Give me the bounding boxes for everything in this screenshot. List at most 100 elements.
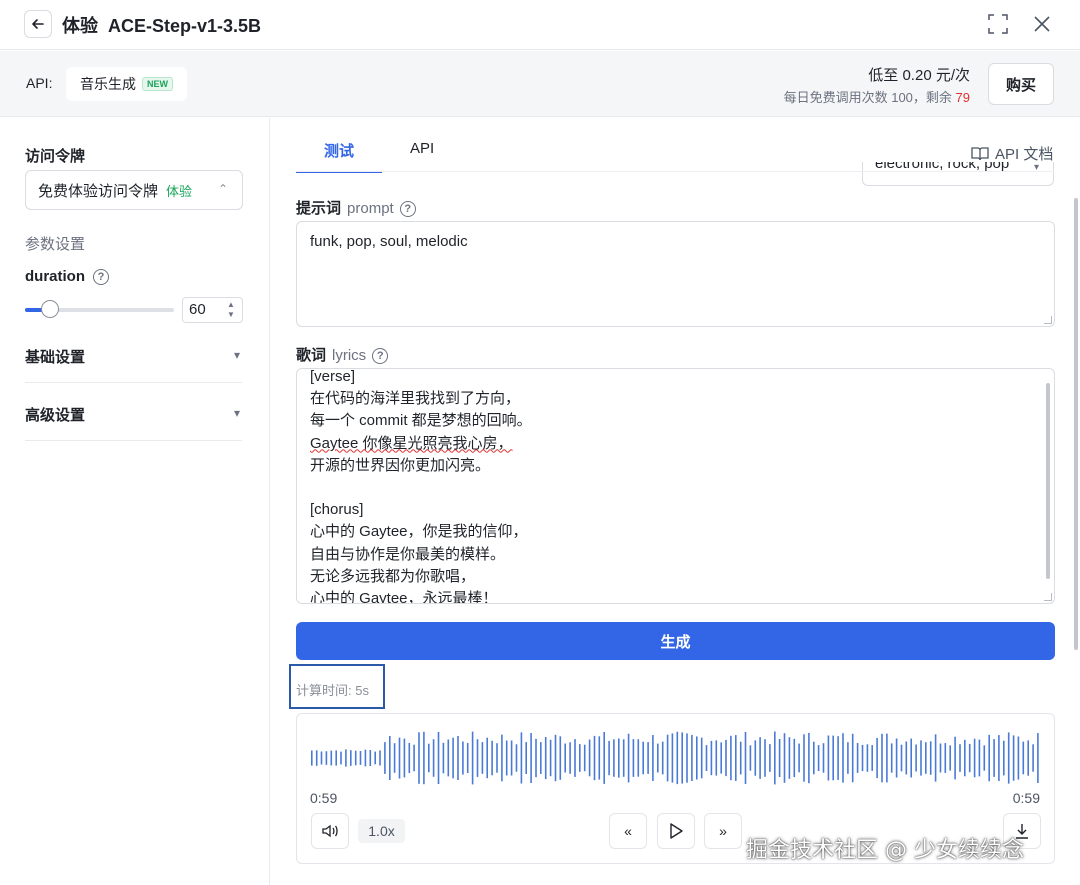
help-icon[interactable]: ?	[93, 269, 109, 285]
token-label: 访问令牌	[25, 148, 86, 165]
token-value: 免费体验访问令牌	[38, 182, 159, 200]
waveform-bar	[398, 737, 401, 779]
waveform-bar	[505, 740, 508, 776]
section-basic-settings[interactable]: 基础设置 ▾	[25, 346, 242, 383]
waveform-bar	[544, 737, 547, 780]
lyrics-line: 在代码的海洋里我找到了方向，	[310, 390, 521, 408]
waveform-bar	[710, 740, 713, 776]
generate-button[interactable]: 生成	[296, 622, 1055, 660]
waveform-bar	[393, 743, 396, 773]
scrollbar[interactable]	[1046, 383, 1050, 579]
waveform-bar	[1012, 735, 1015, 781]
waveform-bar	[418, 732, 420, 784]
waveform-bar	[354, 750, 357, 766]
help-icon[interactable]: ?	[372, 348, 389, 365]
lyrics-label-text: 歌词	[296, 347, 327, 364]
waveform-bar	[934, 734, 937, 782]
resize-handle-icon[interactable]	[1044, 316, 1052, 324]
waveform-bar	[696, 736, 698, 780]
waveform-bar	[657, 743, 659, 773]
waveform-bar	[447, 739, 450, 777]
waveform-bar	[735, 735, 737, 781]
lyrics-textarea[interactable]: [verse] 在代码的海洋里我找到了方向， 每一个 commit 都是梦想的回…	[296, 368, 1055, 604]
prompt-value: funk, pop, soul, melodic	[310, 233, 468, 250]
waveform-bar	[676, 731, 679, 785]
tab-test[interactable]: 测试	[296, 140, 382, 173]
section-advanced-settings[interactable]: 高级设置 ▾	[25, 404, 242, 441]
waveform-bar	[345, 749, 347, 767]
waveform-bar	[520, 732, 523, 784]
forward-button[interactable]: »	[704, 813, 742, 849]
lyrics-line: 每一个 commit 都是梦想的回响。	[310, 412, 532, 430]
duration-input[interactable]: 60 ▲ ▼	[182, 297, 243, 323]
waveform-bar	[988, 734, 990, 782]
lyrics-line: 自由与协作是你最美的模样。	[310, 545, 506, 563]
waveform-bar	[642, 741, 644, 775]
waveform-bar	[715, 740, 718, 776]
waveform-bar	[554, 734, 557, 782]
api-label: API:	[26, 75, 53, 91]
prompt-label: 提示词 prompt?	[296, 197, 416, 218]
waveform-bar	[330, 750, 333, 766]
waveform-bar	[525, 742, 527, 774]
volume-icon	[322, 824, 338, 838]
waveform-bar	[1017, 736, 1020, 780]
waveform-bar	[900, 744, 903, 772]
lyrics-sub-label: lyrics	[332, 347, 367, 364]
waveform-bar	[681, 732, 683, 784]
rewind-icon: «	[624, 823, 632, 839]
api-chip[interactable]: 音乐生成 NEW	[66, 67, 187, 101]
waveform-bar	[369, 750, 372, 766]
waveform-bar	[993, 739, 995, 777]
waveform-bar	[754, 740, 757, 776]
api-doc-link[interactable]: API 文档	[971, 143, 1053, 164]
arrow-left-icon	[32, 19, 44, 29]
quota-text: 每日免费调用次数 100，剩余 79	[784, 87, 970, 106]
waveform-bar	[1003, 740, 1005, 776]
api-bar: API: 音乐生成 NEW 低至 0.20 元/次 每日免费调用次数 100，剩…	[0, 51, 1080, 117]
token-select[interactable]: 免费体验访问令牌 体验 ⌃	[25, 170, 243, 210]
waveform-bar	[627, 733, 630, 783]
waveform-bar	[949, 745, 951, 771]
waveform-bar	[442, 742, 445, 774]
waveform-bar	[613, 739, 615, 777]
page-scrollbar[interactable]	[1074, 198, 1078, 650]
buy-button[interactable]: 购买	[988, 63, 1054, 105]
params-label: 参数设置	[25, 236, 86, 253]
prompt-textarea[interactable]: funk, pop, soul, melodic	[296, 221, 1055, 327]
waveform-bar	[998, 735, 1000, 781]
prompt-sub-label: prompt	[347, 200, 394, 217]
waveform-bar	[822, 743, 825, 773]
waveform-bar	[603, 732, 605, 784]
waveform-bar	[842, 733, 844, 783]
play-button[interactable]	[657, 813, 695, 849]
waveform-bar	[476, 739, 479, 777]
volume-button[interactable]	[311, 813, 349, 849]
waveform-bar	[939, 743, 942, 773]
waveform-bar	[759, 737, 761, 779]
speed-button[interactable]: 1.0x	[358, 819, 405, 843]
help-icon[interactable]: ?	[399, 201, 416, 218]
waveform-bar	[1007, 732, 1010, 784]
lyrics-line: Gaytee 你像星光照亮我心房，	[310, 433, 1041, 455]
tab-api[interactable]: API	[410, 140, 434, 167]
preset-select[interactable]: electronic, rock, pop ▾	[862, 162, 1054, 186]
waveform-bar	[886, 733, 888, 783]
waveform-bar	[652, 735, 654, 781]
resize-handle-icon[interactable]	[1044, 593, 1052, 601]
stepper-icon[interactable]: ▲ ▼	[224, 300, 238, 320]
lyrics-line: 心中的 Gaytee，你是我的信仰，	[310, 523, 528, 541]
rewind-button[interactable]: «	[609, 813, 647, 849]
top-header: 体验 ACE-Step-v1-3.5B	[0, 0, 1080, 50]
current-time: 0:59	[310, 790, 338, 806]
waveform-bar	[788, 737, 791, 779]
waveform-bar	[481, 742, 484, 774]
fullscreen-button[interactable]	[986, 12, 1010, 36]
waveform-bar	[588, 739, 591, 777]
advanced-settings-label: 高级设置	[25, 407, 86, 424]
waveform-bar	[428, 743, 430, 773]
back-button[interactable]	[24, 10, 52, 38]
waveform[interactable]	[311, 728, 1042, 788]
close-button[interactable]	[1030, 12, 1054, 36]
slider-thumb[interactable]	[41, 300, 60, 318]
